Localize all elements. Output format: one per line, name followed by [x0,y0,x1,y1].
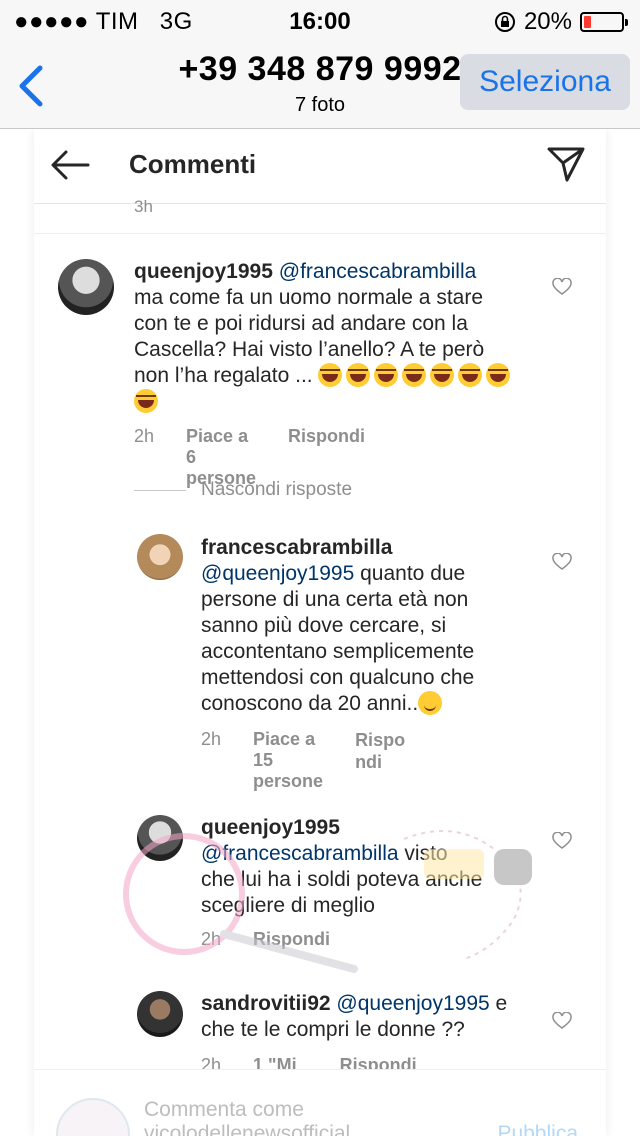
comment-text: queenjoy1995 @francescabrambilla ma come… [134,259,524,415]
instagram-comments-screenshot: Commenti 3h queenjoy1995 @francescabramb… [34,129,606,1136]
likes-count[interactable]: Piace a 15 persone [253,729,323,792]
battery-percent: 20% [523,8,572,35]
laughing-emoji-icon [318,363,343,387]
comment-text: francescabrambilla @queenjoy1995 quanto … [201,535,541,717]
comment-mention[interactable]: @francescabrambilla [201,842,399,865]
publish-button[interactable]: Pubblica [497,1122,578,1136]
comment-line: visto [404,842,448,865]
comment-line: sanno più dove cercare, si [201,614,447,637]
comment-line: quanto due [360,562,466,585]
heart-icon[interactable] [552,1012,572,1030]
comment-mention[interactable]: @queenjoy1995 [336,992,489,1015]
direct-send-icon [547,147,585,182]
comment-username[interactable]: francescabrambilla [201,536,392,559]
laughing-emoji-icon [430,363,455,387]
replies-line [134,490,186,491]
divider [34,233,606,234]
comment-line: ma come fa un uomo normale a stare [134,286,484,309]
comment-line: accontentano semplicemente [201,640,475,663]
laughing-emoji-icon [402,363,427,387]
laughing-emoji-icon [346,363,371,387]
reply-label-part: Rispo [355,730,406,750]
comment-line: scegliere di meglio [201,894,375,917]
comment-line: conoscono da 20 anni.. [201,692,419,715]
comment-line: che te le compri le donne ?? [201,1018,465,1041]
comment-mention[interactable]: @francescabrambilla [279,260,477,283]
status-bar: ●●●●● TIM 3G 16:00 20% [0,0,640,40]
comment-line: che lui ha i soldi poteva anche [201,868,483,891]
heart-icon[interactable] [552,553,572,571]
comments-title: Commenti [129,149,257,179]
comment-line: Cascella? Hai visto l’anello? A te però [134,338,485,361]
photo-viewer[interactable]: Commenti 3h queenjoy1995 @francescabramb… [0,129,640,1136]
avatar [56,1098,130,1136]
comment-line: persone di una certa età non [201,588,469,611]
battery-icon [580,12,628,32]
avatar [137,815,183,861]
select-button[interactable]: Seleziona [460,54,630,110]
laughing-emoji-icon [134,389,158,413]
comment-meta: 2h Piace a 15 persone Rispo ndi [201,729,405,792]
comment-line: e [495,992,508,1015]
comments-header: Commenti [34,129,606,204]
smiling-emoji-icon [418,691,443,715]
input-placeholder: Commenta come [144,1098,304,1121]
reply-button[interactable]: Rispondi [253,929,330,950]
input-placeholder-account: vicolodellenewsofficial [144,1122,351,1136]
avatar [137,991,183,1037]
heart-icon[interactable] [552,832,572,850]
comment-input-bar: Commenta come vicolodellenewsofficial Pu… [34,1069,606,1136]
comment-line: con te e poi ridursi ad andare con la [134,312,468,335]
battery-fill [584,16,592,28]
comment-line: mettendosi con qualcuno che [201,666,475,689]
comment-username[interactable]: queenjoy1995 [134,260,273,283]
comment-mention[interactable]: @queenjoy1995 [201,562,354,585]
laughing-emoji-icon [486,363,511,387]
comment-text: sandrovitii92 @queenjoy1995 e che te le … [201,991,561,1043]
reply-label-part: ndi [355,752,383,772]
comment-text: queenjoy1995 @francescabrambilla visto c… [201,815,541,919]
comment-username[interactable]: queenjoy1995 [201,816,340,839]
laughing-emoji-icon [374,363,399,387]
comment-time: 2h [201,729,222,749]
battery-area: 20% [494,8,628,36]
rotation-lock-icon [494,12,515,32]
comment-input[interactable]: Commenta come vicolodellenewsofficial [144,1098,350,1136]
reply-button[interactable]: Rispo ndi [355,729,405,792]
laughing-emoji-icon [458,363,483,387]
comment-time: 2h [134,426,155,446]
previous-comment-time: 3h [134,197,153,216]
comment-time: 2h [201,929,222,949]
navigation-bar: +39 348 879 9992 7 foto Seleziona [0,40,640,129]
arrow-left-icon [51,150,90,180]
heart-icon[interactable] [552,278,572,296]
comment-line: non l’ha regalato ... [134,364,313,387]
comment-username[interactable]: sandrovitii92 [201,992,331,1015]
avatar [137,534,183,580]
comment-meta: 2h Rispondi [201,929,330,950]
hide-replies-button[interactable]: Nascondi risposte [201,479,352,501]
avatar [58,259,114,315]
